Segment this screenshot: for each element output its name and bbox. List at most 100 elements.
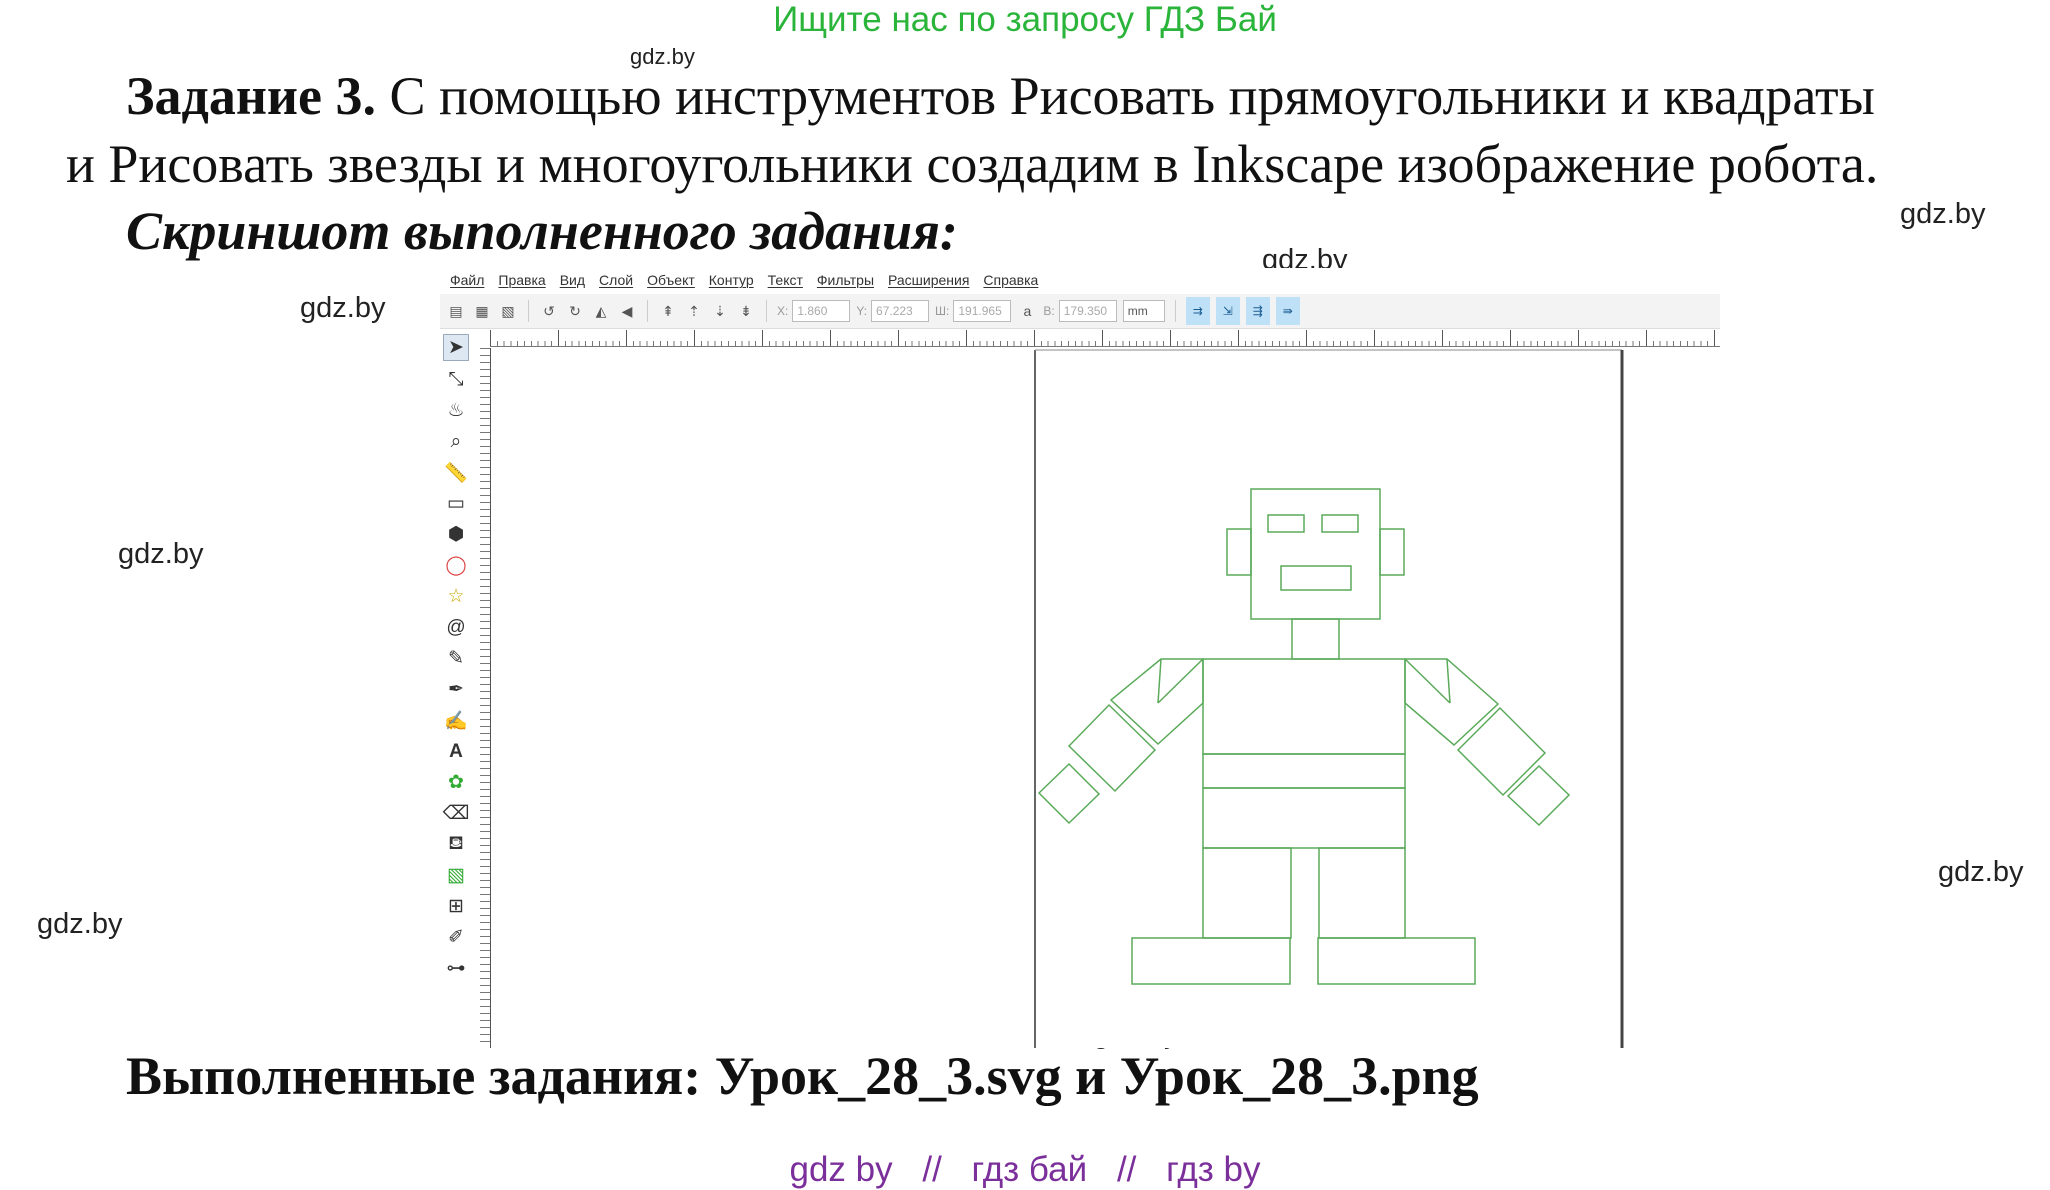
vertical-ruler (480, 348, 491, 1048)
menu-object[interactable]: Объект (647, 272, 695, 288)
tweak-icon[interactable]: ♨ (444, 398, 468, 423)
watermark: gdz.by (1900, 198, 1986, 230)
screenshot-heading: Скриншот выполненного задания: (126, 201, 958, 261)
footer-link-1[interactable]: gdz by (790, 1150, 893, 1189)
node-icon[interactable]: ⤡ (444, 367, 468, 392)
ellipse-icon[interactable]: ◯ (444, 553, 468, 578)
toolbar-separator (1174, 300, 1176, 322)
lock-icon[interactable]: a (1017, 301, 1037, 321)
footer-link-2[interactable]: гдз бай (972, 1150, 1088, 1189)
robot-right-hand[interactable] (1506, 764, 1571, 827)
watermark: gdz.by (1938, 856, 2024, 888)
y-field[interactable]: Y: 67.223 (856, 300, 930, 322)
width-input[interactable]: 191.965 (953, 300, 1012, 322)
task-line-2: и Рисовать звезды и многоугольники созда… (66, 134, 1879, 194)
tool-controls-bar: ▤ ▦ ▧ ↺ ↻ ◭ ◀ ⇞ ⇡ ⇣ ⇟ X: 1.860 Y: 67.223 Ш… (440, 294, 1720, 329)
x-input[interactable]: 1.860 (792, 300, 851, 322)
menu-file[interactable]: Файл (450, 272, 484, 288)
flip-horizontal-icon[interactable]: ◭ (591, 301, 611, 321)
robot-right-leg[interactable] (1318, 847, 1406, 939)
inkscape-screenshot: Файл Правка Вид Слой Объект Контур Текст… (440, 268, 1720, 1048)
toolbox: ➤ ⤡ ♨ ⌕ 📏 ▭ ⬢ ◯ ☆ @ ✎ ✒ ✍ A ✿ ⌫ ⛾ ▧ ⊞ ✐ … (440, 334, 472, 981)
x-field[interactable]: X: 1.860 (777, 300, 851, 322)
robot-belt[interactable] (1202, 753, 1406, 789)
raise-icon[interactable]: ⇡ (684, 301, 704, 321)
robot-left-ear[interactable] (1226, 528, 1252, 576)
robot-right-shoulder-fold (1446, 658, 1451, 704)
rectangle-icon[interactable]: ▭ (444, 491, 468, 516)
menu-filters[interactable]: Фильтры (817, 272, 874, 288)
width-field[interactable]: Ш: 191.965 (935, 300, 1012, 322)
pencil-icon[interactable]: ✎ (444, 646, 468, 671)
measure-icon[interactable]: 📏 (444, 460, 468, 485)
watermark: gdz.by (118, 538, 204, 570)
robot-head[interactable] (1250, 488, 1381, 620)
star-icon[interactable]: ☆ (444, 584, 468, 609)
robot-right-shoulder-fold (1404, 658, 1451, 704)
y-label: Y: (856, 304, 868, 318)
eraser-icon[interactable]: ⌫ (443, 801, 470, 826)
spiral-icon[interactable]: @ (444, 615, 468, 640)
dropper-icon[interactable]: ✐ (444, 925, 468, 950)
x-label: X: (777, 304, 789, 318)
height-label: В: (1043, 304, 1055, 318)
drawing-canvas[interactable] (492, 348, 1720, 1048)
3d-box-icon[interactable]: ⬢ (444, 522, 468, 547)
toolbar-separator (528, 300, 529, 322)
mesh-icon[interactable]: ⊞ (444, 894, 468, 919)
robot-left-eye[interactable] (1267, 514, 1305, 533)
robot-left-shoulder-fold (1157, 658, 1162, 704)
robot-left-foot[interactable] (1131, 937, 1291, 985)
robot-left-leg[interactable] (1202, 847, 1292, 939)
bucket-icon[interactable]: ⛾ (444, 832, 468, 857)
menu-edit[interactable]: Правка (498, 272, 545, 288)
text-icon[interactable]: A (444, 739, 468, 764)
watermark: gdz.by (300, 292, 386, 324)
y-input[interactable]: 67.223 (871, 300, 930, 322)
menu-text[interactable]: Текст (768, 272, 803, 288)
height-input[interactable]: 179.350 (1058, 300, 1117, 322)
robot-left-forearm[interactable] (1067, 703, 1157, 793)
unit-select[interactable]: mm (1122, 300, 1165, 322)
scale-corners-icon[interactable]: ⇲ (1215, 297, 1240, 325)
menu-layer[interactable]: Слой (599, 272, 633, 288)
deselect-icon[interactable]: ▧ (498, 301, 518, 321)
scale-stroke-icon[interactable]: ⇉ (1185, 297, 1210, 325)
robot-left-hand[interactable] (1037, 762, 1101, 825)
footer-separator: // (1116, 1150, 1137, 1189)
menu-path[interactable]: Контур (709, 272, 754, 288)
menu-view[interactable]: Вид (560, 272, 585, 288)
rotate-cw-icon[interactable]: ↻ (565, 301, 585, 321)
footer-separator: // (922, 1150, 942, 1189)
menu-help[interactable]: Справка (983, 272, 1038, 288)
move-gradients-icon[interactable]: ⇶ (1245, 297, 1270, 325)
select-arrow-icon[interactable]: ➤ (443, 334, 469, 361)
rotate-ccw-icon[interactable]: ↺ (539, 301, 559, 321)
robot-neck[interactable] (1291, 618, 1340, 660)
calligraphy-icon[interactable]: ✍ (444, 708, 468, 733)
select-all-icon[interactable]: ▤ (446, 301, 466, 321)
select-all-layers-icon[interactable]: ▦ (472, 301, 492, 321)
gradient-icon[interactable]: ▧ (444, 863, 468, 888)
robot-right-eye[interactable] (1321, 514, 1359, 533)
robot-torso[interactable] (1202, 658, 1406, 755)
robot-mouth[interactable] (1280, 565, 1352, 591)
move-patterns-icon[interactable]: ⇛ (1275, 297, 1300, 325)
spray-icon[interactable]: ✿ (444, 770, 468, 795)
flip-vertical-icon[interactable]: ◀ (617, 301, 637, 321)
lower-icon[interactable]: ⇣ (710, 301, 730, 321)
footer-link-3[interactable]: гдз by (1166, 1150, 1260, 1189)
pen-icon[interactable]: ✒ (444, 677, 468, 702)
robot-right-ear[interactable] (1379, 528, 1405, 576)
lower-to-bottom-icon[interactable]: ⇟ (736, 301, 756, 321)
footer: gdz by // гдз бай // гдз by (0, 1150, 2050, 1190)
robot-right-forearm[interactable] (1456, 706, 1547, 797)
robot-hips[interactable] (1202, 787, 1406, 849)
height-field[interactable]: В: 179.350 (1043, 300, 1117, 322)
robot-right-foot[interactable] (1317, 937, 1476, 985)
zoom-icon[interactable]: ⌕ (444, 429, 468, 454)
menu-extensions[interactable]: Расширения (888, 272, 969, 288)
raise-to-top-icon[interactable]: ⇞ (658, 301, 678, 321)
robot-left-shoulder-fold (1157, 658, 1204, 704)
connector-icon[interactable]: ⊶ (444, 956, 468, 981)
